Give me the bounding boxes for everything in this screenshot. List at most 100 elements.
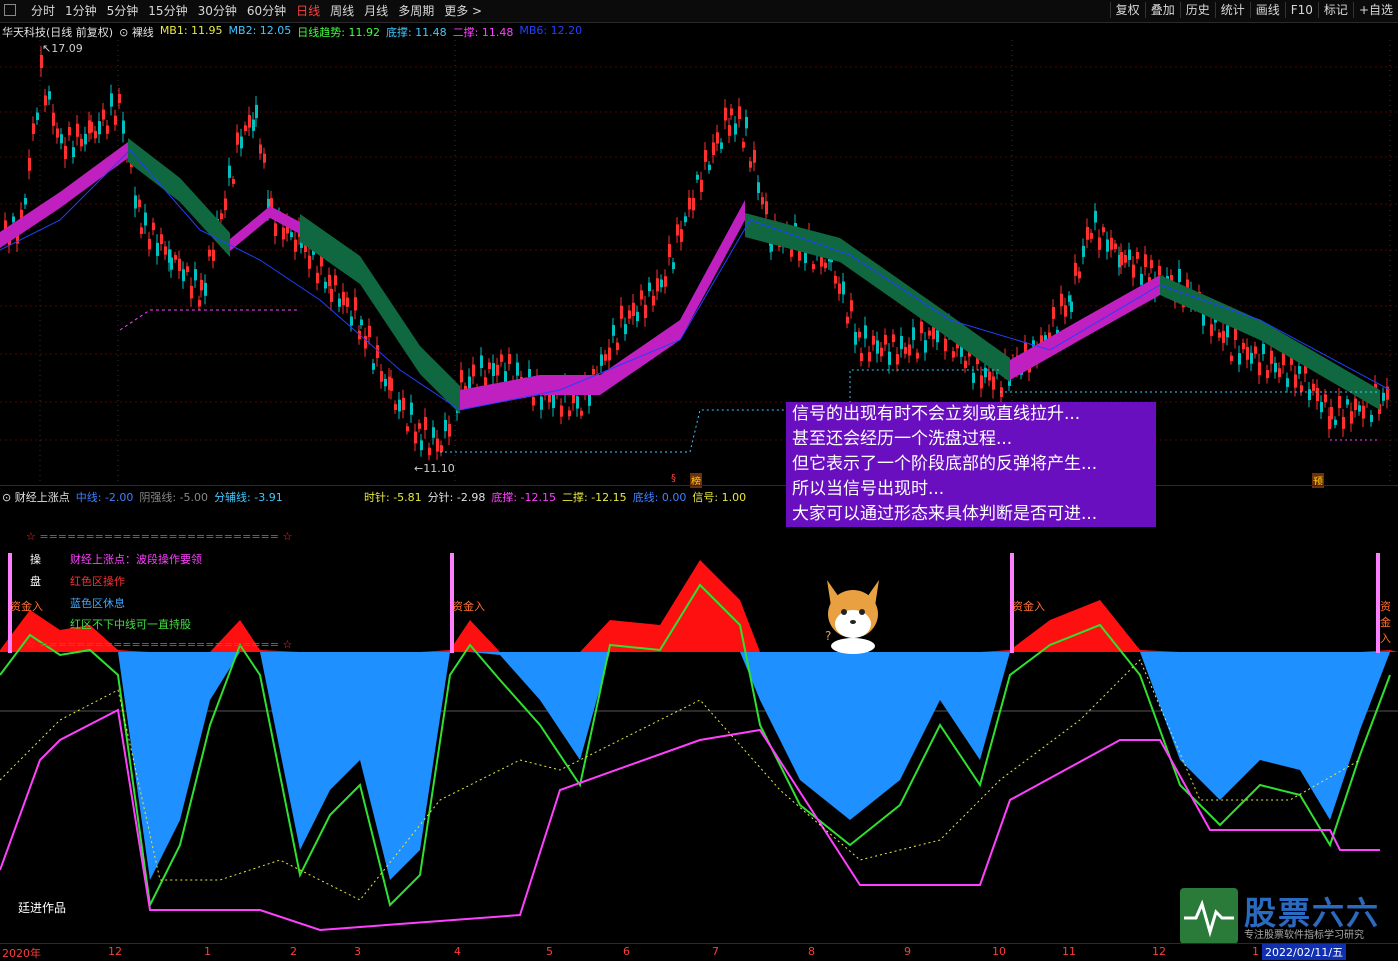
candle-body [672, 262, 675, 269]
candle-body [290, 232, 293, 238]
high-price-value: 17.09 [51, 42, 83, 55]
value-sub-right-0: 时针: -5.81 [364, 491, 422, 504]
legend-title: 财经上涨点：波段操作要领 [70, 553, 202, 566]
candle-body [224, 198, 227, 211]
signal-label-3: 资金入 [1012, 600, 1045, 613]
candle-body [761, 197, 764, 205]
candle-body [255, 104, 258, 119]
sub-indicator-info: ⊙ 财经上涨点 中线: -2.00 阴强线: -5.00 分辅线: -3.91 [2, 489, 283, 504]
candle-body [1308, 389, 1311, 401]
candle-body [259, 144, 262, 154]
candle-body [324, 281, 327, 289]
candle-body [248, 114, 251, 128]
candle-body [620, 305, 623, 319]
candle-body [864, 325, 867, 339]
candle-body [568, 410, 571, 417]
candle-body [588, 394, 591, 406]
candle-body [1258, 362, 1261, 376]
candle-body [892, 334, 895, 343]
legend-stars-top: ☆ ========================== ☆ [26, 530, 293, 543]
candle-body [398, 399, 401, 412]
value-sub-left-0: 中线: -2.00 [75, 491, 134, 504]
candle-body [1074, 262, 1077, 276]
x-label-5: 4 [454, 945, 461, 958]
candle-body [600, 354, 603, 366]
candle-body [94, 130, 97, 139]
candle-body [114, 115, 117, 125]
candle-body [552, 395, 555, 408]
candle-body [644, 304, 647, 318]
annotation-box: 信号的出现有时不会立刻或直线拉升... 甚至还会经历一个洗盘过程... 但它表示… [786, 402, 1156, 527]
candle-body [1132, 264, 1135, 278]
candle-body [368, 325, 371, 338]
candle-body [1242, 342, 1245, 350]
candle-body [798, 250, 801, 261]
pane-divider[interactable] [0, 485, 1398, 486]
sub-indicator-name[interactable]: ⊙ 财经上涨点 [2, 489, 70, 504]
candle-body [712, 142, 715, 155]
ma-ribbon-up-4 [1010, 275, 1160, 380]
candle-body [496, 364, 499, 376]
candle-body [1226, 325, 1229, 338]
candle-body [1178, 268, 1181, 283]
candle-body [372, 363, 375, 370]
sub-values-right: 时针: -5.81 分针: -2.98 底撑: -12.15 二撑: -12.15 底线… [364, 489, 746, 504]
candle-body [98, 121, 101, 135]
candle-body [232, 179, 235, 184]
candle-body [1298, 366, 1301, 374]
candle-body [834, 275, 837, 284]
candle-body [688, 197, 691, 210]
candle-body [920, 321, 923, 334]
candle-body [198, 299, 201, 307]
candle-body [738, 106, 741, 120]
candle-body [40, 55, 43, 69]
candle-body [1144, 254, 1147, 268]
candle-body [1320, 402, 1323, 413]
candle-body [1222, 330, 1225, 343]
candle-body [414, 431, 417, 444]
candle-body [134, 195, 137, 209]
candle-body [200, 279, 203, 291]
x-label-13: 12 [1152, 945, 1166, 958]
ma-ribbon-down-2 [300, 214, 460, 414]
candle-body [1278, 368, 1281, 378]
candle-body [1266, 370, 1269, 379]
candle-body [102, 109, 105, 120]
candle-body [354, 297, 357, 311]
candle-body [1274, 362, 1277, 373]
candle-body [334, 275, 337, 286]
candle-body [1312, 383, 1315, 391]
candle-body [440, 445, 443, 452]
legend-side-1: 操 [30, 553, 41, 566]
candle-body [1078, 271, 1081, 279]
candle-body [1300, 385, 1303, 392]
author-label: 廷进作品 [18, 901, 67, 915]
candle-body [1106, 239, 1109, 252]
candle-body [1090, 232, 1093, 239]
candle-body [1230, 355, 1233, 361]
event-marker-1[interactable]: § [670, 473, 677, 484]
candle-body [842, 281, 845, 295]
candle-body [716, 132, 719, 144]
candle-body [1114, 243, 1117, 249]
candle-body [460, 370, 463, 383]
candle-body [1350, 411, 1353, 424]
candle-body [160, 234, 163, 245]
candle-body [350, 316, 353, 326]
candle-body [1334, 419, 1337, 425]
candle-body [912, 327, 915, 341]
candle-body [850, 300, 853, 312]
candle-body [500, 354, 503, 362]
candle-body [1346, 399, 1349, 405]
candle-body [148, 238, 151, 250]
annotation-line-5: 大家可以通过形态来具体判断是否可进... [792, 504, 1098, 524]
candle-body [720, 142, 723, 149]
legend-side-2: 盘 [30, 575, 41, 588]
candle-body [742, 141, 745, 148]
candle-body [1362, 405, 1365, 419]
candle-body [1098, 237, 1101, 250]
candle-body [972, 372, 975, 383]
candle-body [48, 91, 51, 100]
x-label-3: 2 [290, 945, 297, 958]
candle-body [1254, 346, 1257, 354]
